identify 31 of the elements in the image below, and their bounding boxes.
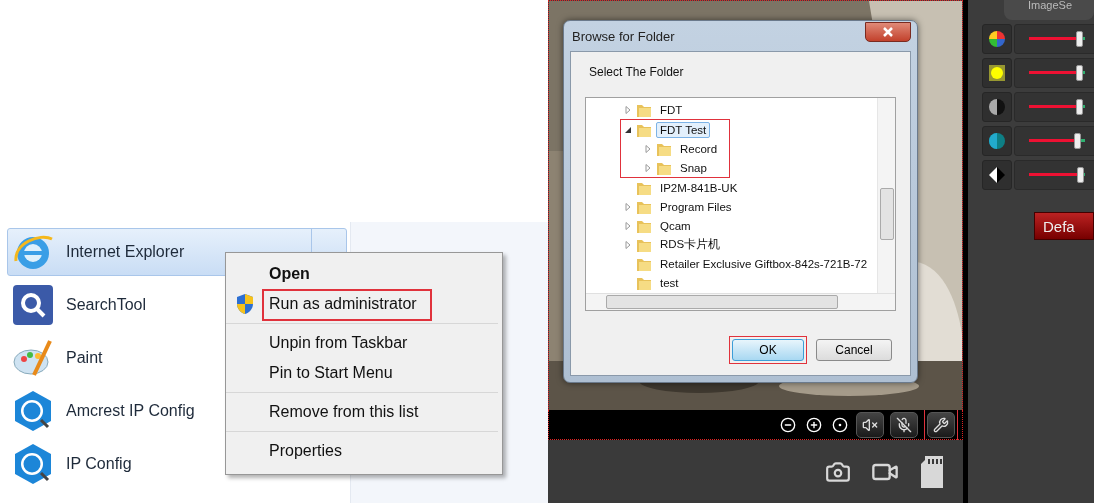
tree-item[interactable]: FDT Test: [624, 120, 711, 139]
ok-button[interactable]: OK: [732, 339, 804, 361]
menu-item[interactable]: Run as administrator: [226, 289, 498, 319]
folder-name: IP2M-841B-UK: [659, 180, 739, 196]
panel-tab[interactable]: ImageSe: [1004, 0, 1094, 20]
tree-item[interactable]: Record: [624, 139, 722, 158]
tree-item[interactable]: FDT: [624, 100, 687, 119]
tree-item[interactable]: RDS卡片机: [624, 235, 725, 254]
folder-name: RDS卡片机: [659, 237, 722, 252]
tree-item[interactable]: Snap: [624, 158, 711, 177]
folder-name: test: [659, 275, 680, 291]
folder-name: Snap: [679, 160, 708, 176]
folder-name: FDT Test: [656, 121, 711, 138]
tree-item[interactable]: Qcam: [624, 216, 695, 235]
dialog-prompt: Select The Folder: [589, 65, 685, 79]
dialog-title: Browse for Folder: [571, 28, 675, 44]
menu-item[interactable]: Pin to Start Menu: [226, 358, 498, 388]
tree-item[interactable]: Retailer Exclusive Giftbox-842s-721B-72: [624, 254, 872, 273]
folder-name: Retailer Exclusive Giftbox-842s-721B-72: [659, 256, 869, 272]
folder-name: FDT: [659, 102, 684, 118]
folder-name: Program Files: [659, 199, 733, 215]
tree-item[interactable]: test: [624, 273, 683, 292]
cancel-button[interactable]: Cancel: [816, 339, 892, 361]
menu-item[interactable]: Properties: [226, 436, 498, 466]
tree-item[interactable]: Program Files: [624, 197, 736, 216]
folder-name: Record: [679, 141, 719, 157]
menu-item[interactable]: Unpin from Taskbar: [226, 328, 498, 358]
folder-name: Qcam: [659, 218, 692, 234]
default-button[interactable]: Defa: [1034, 212, 1094, 240]
menu-item[interactable]: Remove from this list: [226, 397, 498, 427]
tree-item[interactable]: IP2M-841B-UK: [624, 178, 742, 197]
